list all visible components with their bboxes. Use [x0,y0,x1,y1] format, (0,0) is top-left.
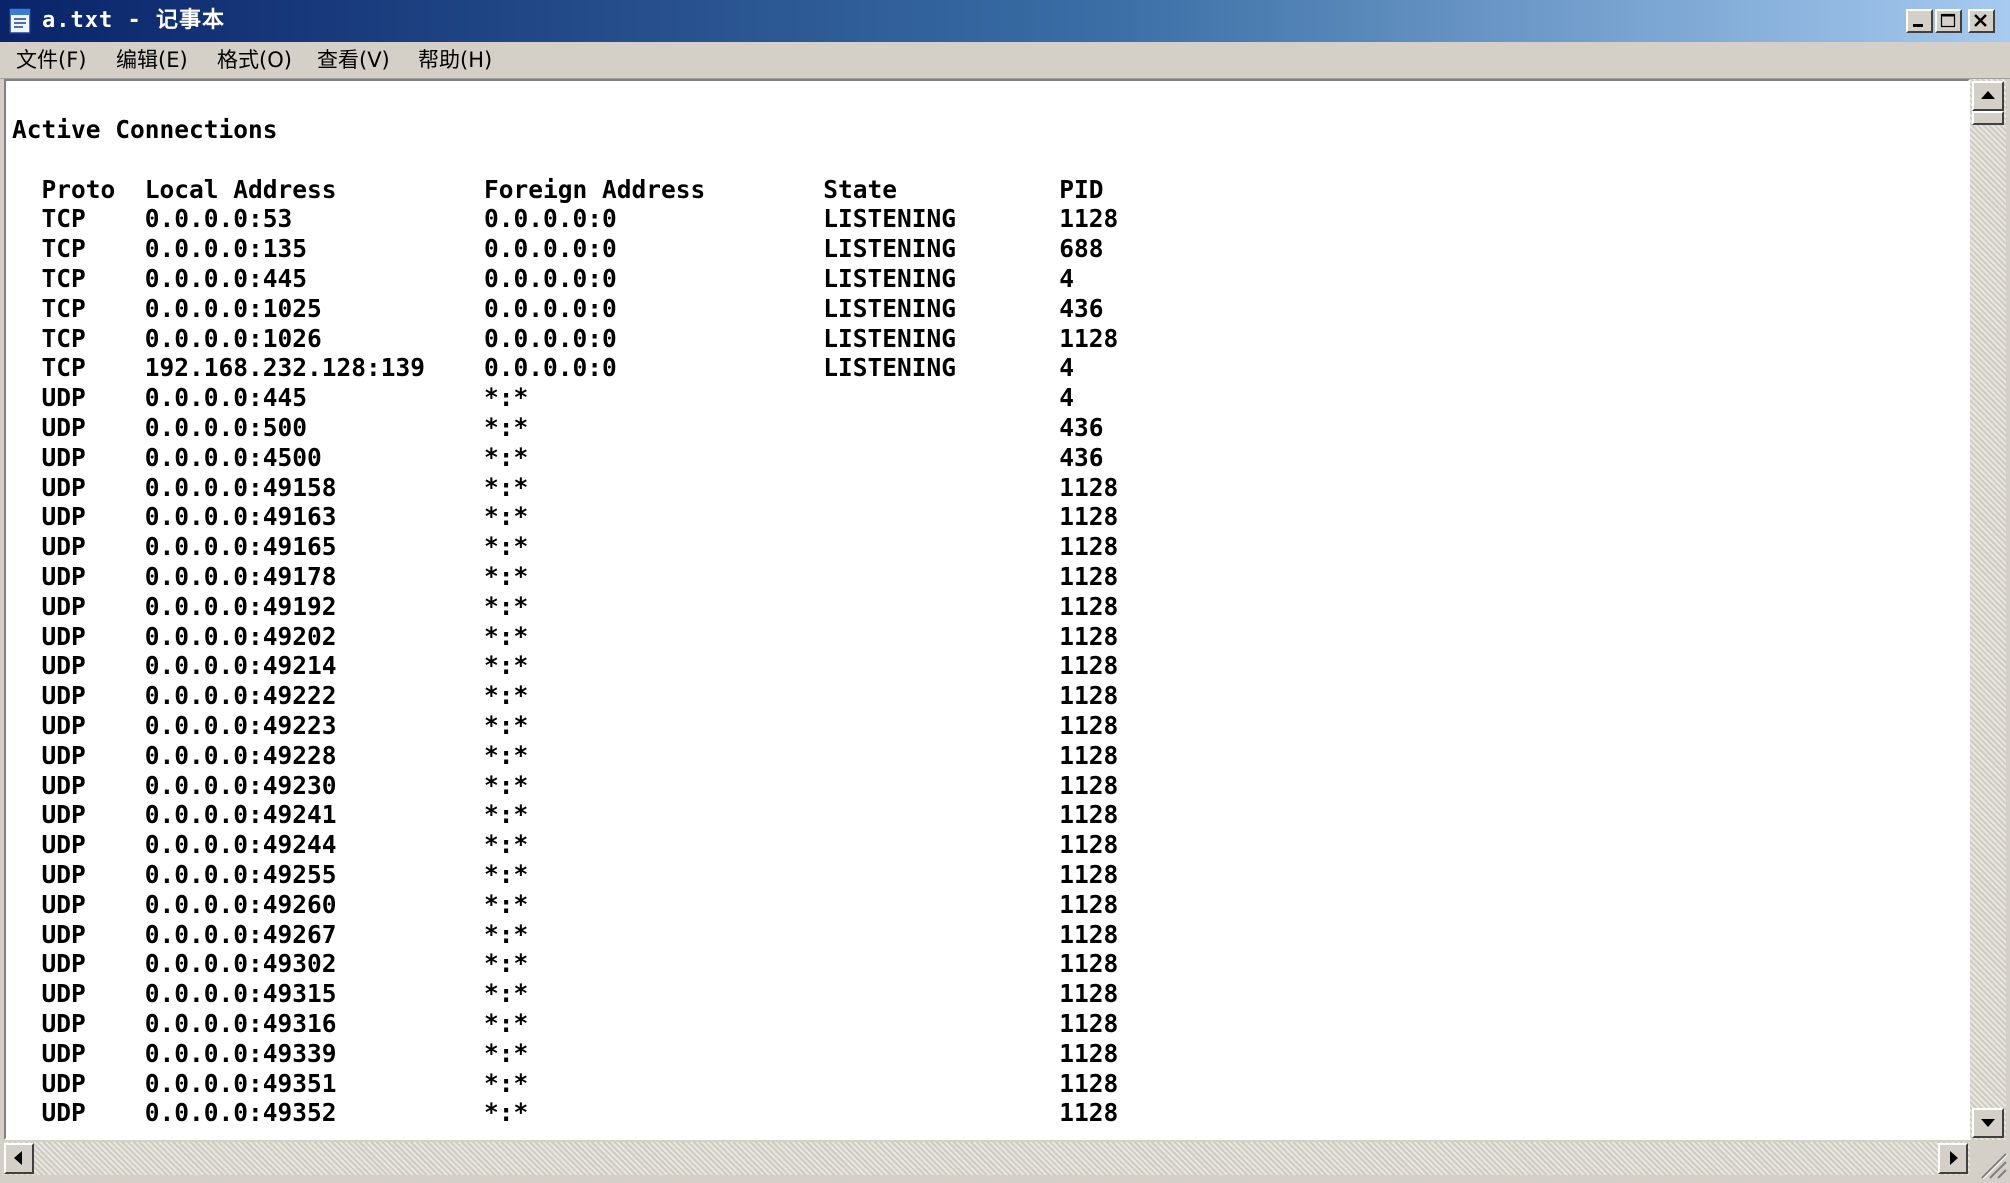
connection-row: UDP 0.0.0.0:49339 *:* 1128 [12,1038,1119,1068]
scroll-down-button[interactable] [1972,1108,2004,1138]
menu-view[interactable]: 查看(V) [317,42,390,78]
connection-row: UDP 0.0.0.0:49315 *:* 1128 [12,979,1119,1009]
horizontal-scrollbar[interactable] [4,1142,1970,1175]
menu-format[interactable]: 格式(O) [217,42,292,78]
maximize-icon [1940,13,1956,28]
connection-row: UDP 0.0.0.0:49192 *:* 1128 [12,591,1119,621]
connection-row: UDP 0.0.0.0:49267 *:* 1128 [12,919,1119,949]
connection-row: TCP 0.0.0.0:1026 0.0.0.0:0 LISTENING 112… [12,323,1119,353]
title-bar[interactable]: a.txt - 记事本 [0,0,2010,42]
connection-row: UDP 0.0.0.0:49230 *:* 1128 [12,770,1119,800]
connection-row: TCP 0.0.0.0:135 0.0.0.0:0 LISTENING 688 [12,234,1104,264]
connection-row: UDP 0.0.0.0:49163 *:* 1128 [12,502,1119,532]
arrow-left-icon [14,1151,22,1165]
connection-row: UDP 0.0.0.0:49158 *:* 1128 [12,472,1119,502]
close-button[interactable] [1968,9,1995,33]
connection-row: UDP 0.0.0.0:49214 *:* 1128 [12,651,1119,681]
connection-row: UDP 0.0.0.0:49241 *:* 1128 [12,800,1119,830]
arrow-down-icon [1981,1119,1995,1127]
connection-row: UDP 0.0.0.0:49244 *:* 1128 [12,830,1119,860]
minimize-icon [1913,24,1923,27]
connection-row: UDP 0.0.0.0:445 *:* 4 [12,383,1075,413]
connection-row: UDP 0.0.0.0:49228 *:* 1128 [12,740,1119,770]
connection-row: UDP 0.0.0.0:49223 *:* 1128 [12,710,1119,740]
scroll-left-button[interactable] [4,1143,34,1174]
menu-bar: 文件(F) 编辑(E) 格式(O) 查看(V) 帮助(H) [0,42,2010,79]
connection-row: TCP 0.0.0.0:445 0.0.0.0:0 LISTENING 4 [12,263,1075,293]
connection-row: UDP 0.0.0.0:49165 *:* 1128 [12,532,1119,562]
connection-row: TCP 0.0.0.0:1025 0.0.0.0:0 LISTENING 436 [12,293,1104,323]
resize-grip[interactable] [1970,1142,2010,1180]
connection-row: UDP 0.0.0.0:49351 *:* 1128 [12,1068,1119,1098]
connection-row: UDP 0.0.0.0:49178 *:* 1128 [12,561,1119,591]
heading-line: Active Connections [12,115,278,144]
connection-row: TCP 192.168.232.128:139 0.0.0.0:0 LISTEN… [12,353,1075,383]
column-header-line: Proto Local Address Foreign Address Stat… [12,174,1104,204]
connection-row: UDP 0.0.0.0:500 *:* 436 [12,412,1104,442]
arrow-up-icon [1981,91,1995,99]
connection-row: UDP 0.0.0.0:49352 *:* 1128 [12,1098,1119,1128]
text-editor[interactable]: Active Connections Proto Local Address F… [4,79,1970,1140]
arrow-right-icon [1950,1151,1958,1165]
menu-edit[interactable]: 编辑(E) [116,42,188,78]
connection-row: UDP 0.0.0.0:49255 *:* 1128 [12,859,1119,889]
menu-file[interactable]: 文件(F) [16,42,86,78]
scroll-right-button[interactable] [1938,1143,1968,1174]
maximize-button[interactable] [1935,9,1962,33]
close-icon [1974,14,1987,27]
connection-row: TCP 0.0.0.0:53 0.0.0.0:0 LISTENING 1128 [12,204,1119,234]
connection-row: UDP 0.0.0.0:4500 *:* 436 [12,442,1104,472]
connection-row: UDP 0.0.0.0:49302 *:* 1128 [12,949,1119,979]
connection-row: UDP 0.0.0.0:49260 *:* 1128 [12,889,1119,919]
scroll-thumb[interactable] [1972,111,2004,125]
resize-grip-icon [1981,1153,2008,1180]
window-title: a.txt - 记事本 [42,8,225,33]
menu-help[interactable]: 帮助(H) [418,42,492,78]
scroll-up-button[interactable] [1972,81,2004,111]
notepad-icon [9,8,31,34]
connection-row: UDP 0.0.0.0:49222 *:* 1128 [12,681,1119,711]
minimize-button[interactable] [1906,9,1933,33]
connection-row: UDP 0.0.0.0:49316 *:* 1128 [12,1008,1119,1038]
document-text: Active Connections Proto Local Address F… [12,115,1118,1128]
vertical-scrollbar[interactable] [1970,79,2006,1140]
connection-row: UDP 0.0.0.0:49202 *:* 1128 [12,621,1119,651]
